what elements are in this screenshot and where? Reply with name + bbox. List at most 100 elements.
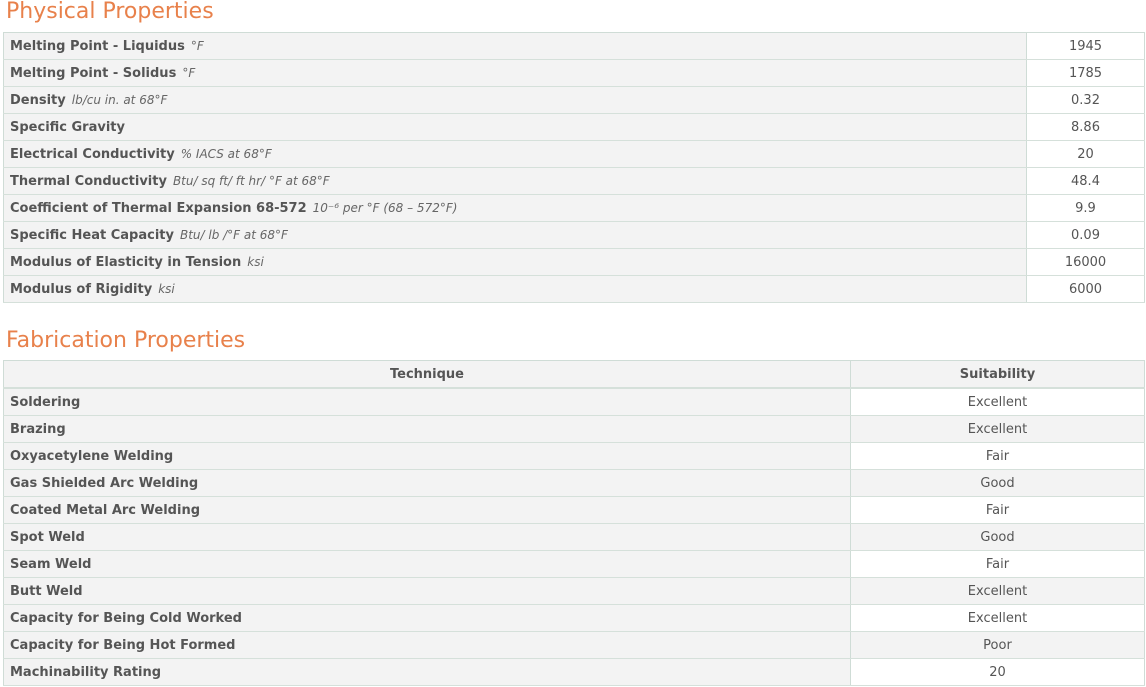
property-value: 1785	[1026, 59, 1145, 87]
property-value: 8.86	[1026, 113, 1145, 141]
suitability-value: Poor	[850, 631, 1145, 659]
property-name: Melting Point - Solidus	[10, 65, 177, 81]
technique-name: Seam Weld	[10, 556, 92, 572]
technique-cell: Gas Shielded Arc Welding	[3, 469, 851, 497]
suitability-value: Excellent	[850, 415, 1145, 443]
technique-name: Brazing	[10, 421, 66, 437]
property-name: Electrical Conductivity	[10, 146, 175, 162]
property-name: Coefficient of Thermal Expansion 68-572	[10, 200, 307, 216]
property-label-cell: Modulus of Rigidity ksi	[3, 275, 1027, 303]
suitability-value: Fair	[850, 550, 1145, 578]
property-value: 0.32	[1026, 86, 1145, 114]
property-name: Specific Heat Capacity	[10, 227, 174, 243]
property-unit: % IACS at 68°F	[180, 146, 272, 161]
property-name: Modulus of Elasticity in Tension	[10, 254, 242, 270]
suitability-value: Excellent	[850, 388, 1145, 416]
table-row: Modulus of Rigidity ksi 6000	[3, 275, 1145, 303]
table-header-row: Technique Suitability	[3, 360, 1145, 389]
fabrication-properties-title: Fabrication Properties	[6, 328, 246, 353]
property-value: 9.9	[1026, 194, 1145, 222]
technique-cell: Soldering	[3, 388, 851, 416]
technique-name: Soldering	[10, 394, 81, 410]
property-name: Density	[10, 92, 66, 108]
table-row: Specific Gravity 8.86	[3, 113, 1145, 141]
technique-cell: Seam Weld	[3, 550, 851, 578]
property-value: 16000	[1026, 248, 1145, 276]
technique-name: Capacity for Being Hot Formed	[10, 637, 236, 653]
property-unit: lb/cu in. at 68°F	[71, 92, 168, 107]
property-label-cell: Specific Gravity	[3, 113, 1027, 141]
table-row: Oxyacetylene Welding Fair	[3, 442, 1145, 470]
property-name: Thermal Conductivity	[10, 173, 167, 189]
table-row: Gas Shielded Arc Welding Good	[3, 469, 1145, 497]
property-unit: ksi	[158, 281, 175, 296]
property-value: 48.4	[1026, 167, 1145, 195]
property-label-cell: Melting Point - Liquidus °F	[3, 32, 1027, 60]
technique-name: Capacity for Being Cold Worked	[10, 610, 242, 626]
property-label-cell: Modulus of Elasticity in Tension ksi	[3, 248, 1027, 276]
technique-name: Oxyacetylene Welding	[10, 448, 174, 464]
property-label-cell: Thermal Conductivity Btu/ sq ft/ ft hr/ °…	[3, 167, 1027, 195]
physical-properties-table: Melting Point - Liquidus °F 1945 Melting Po…	[3, 32, 1145, 303]
technique-cell: Spot Weld	[3, 523, 851, 551]
property-unit: 10⁻⁶ per °F (68 – 572°F)	[312, 200, 458, 215]
column-header-technique: Technique	[3, 360, 851, 389]
table-row: Machinability Rating 20	[3, 658, 1145, 686]
technique-cell: Oxyacetylene Welding	[3, 442, 851, 470]
suitability-value: Fair	[850, 442, 1145, 470]
property-value: 1945	[1026, 32, 1145, 60]
property-unit: ksi	[247, 254, 264, 269]
property-name: Melting Point - Liquidus	[10, 38, 185, 54]
suitability-value: Excellent	[850, 577, 1145, 605]
table-row: Butt Weld Excellent	[3, 577, 1145, 605]
technique-cell: Capacity for Being Hot Formed	[3, 631, 851, 659]
table-row: Coefficient of Thermal Expansion 68-572 1…	[3, 194, 1145, 222]
table-row: Density lb/cu in. at 68°F 0.32	[3, 86, 1145, 114]
property-name: Specific Gravity	[10, 119, 125, 135]
property-unit: Btu/ sq ft/ ft hr/ °F at 68°F	[172, 173, 330, 188]
table-row: Melting Point - Solidus °F 1785	[3, 59, 1145, 87]
property-label-cell: Specific Heat Capacity Btu/ lb /°F at 68°…	[3, 221, 1027, 249]
table-row: Electrical Conductivity % IACS at 68°F 20	[3, 140, 1145, 168]
technique-cell: Butt Weld	[3, 577, 851, 605]
table-row: Melting Point - Liquidus °F 1945	[3, 32, 1145, 60]
technique-name: Spot Weld	[10, 529, 85, 545]
property-label-cell: Electrical Conductivity % IACS at 68°F	[3, 140, 1027, 168]
physical-properties-title: Physical Properties	[6, 0, 214, 24]
table-row: Soldering Excellent	[3, 388, 1145, 416]
fabrication-properties-table: Technique Suitability Soldering Excellent…	[3, 360, 1145, 686]
property-label-cell: Melting Point - Solidus °F	[3, 59, 1027, 87]
technique-name: Butt Weld	[10, 583, 83, 599]
suitability-value: 20	[850, 658, 1145, 686]
property-label-cell: Coefficient of Thermal Expansion 68-572 1…	[3, 194, 1027, 222]
property-unit: °F	[182, 65, 196, 80]
property-unit: Btu/ lb /°F at 68°F	[179, 227, 288, 242]
technique-name: Gas Shielded Arc Welding	[10, 475, 199, 491]
technique-name: Machinability Rating	[10, 664, 162, 680]
technique-cell: Capacity for Being Cold Worked	[3, 604, 851, 632]
table-row: Capacity for Being Hot Formed Poor	[3, 631, 1145, 659]
table-row: Capacity for Being Cold Worked Excellent	[3, 604, 1145, 632]
property-label-cell: Density lb/cu in. at 68°F	[3, 86, 1027, 114]
technique-cell: Machinability Rating	[3, 658, 851, 686]
suitability-value: Good	[850, 523, 1145, 551]
table-row: Coated Metal Arc Welding Fair	[3, 496, 1145, 524]
property-value: 20	[1026, 140, 1145, 168]
suitability-value: Fair	[850, 496, 1145, 524]
property-unit: °F	[190, 38, 204, 53]
technique-cell: Coated Metal Arc Welding	[3, 496, 851, 524]
table-row: Specific Heat Capacity Btu/ lb /°F at 68°…	[3, 221, 1145, 249]
property-value: 0.09	[1026, 221, 1145, 249]
table-row: Spot Weld Good	[3, 523, 1145, 551]
table-row: Brazing Excellent	[3, 415, 1145, 443]
technique-name: Coated Metal Arc Welding	[10, 502, 201, 518]
table-row: Modulus of Elasticity in Tension ksi 16000	[3, 248, 1145, 276]
column-header-suitability: Suitability	[850, 360, 1145, 389]
table-row: Seam Weld Fair	[3, 550, 1145, 578]
suitability-value: Excellent	[850, 604, 1145, 632]
property-value: 6000	[1026, 275, 1145, 303]
table-row: Thermal Conductivity Btu/ sq ft/ ft hr/ °…	[3, 167, 1145, 195]
property-name: Modulus of Rigidity	[10, 281, 153, 297]
suitability-value: Good	[850, 469, 1145, 497]
technique-cell: Brazing	[3, 415, 851, 443]
